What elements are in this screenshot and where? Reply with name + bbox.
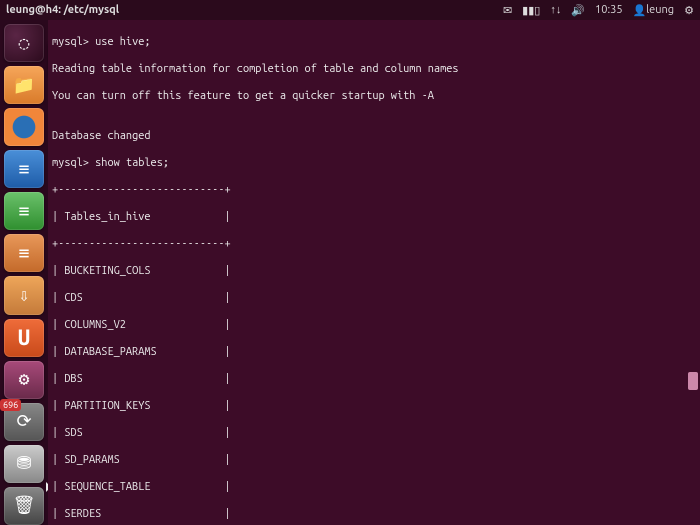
term-line: mysql> use hive; (52, 36, 696, 50)
dash-button[interactable]: ◌ (4, 24, 44, 62)
network-icon[interactable]: ↑↓ (550, 4, 561, 16)
mounted-drive-button[interactable]: ⛃ (4, 445, 44, 483)
term-line: | SEQUENCE_TABLE | (52, 481, 696, 495)
term-line: mysql> show tables; (52, 157, 696, 171)
scrollbar-thumb[interactable] (688, 372, 698, 390)
software-center-button[interactable]: ⇩ (4, 276, 44, 314)
term-line: | COLUMNS_V2 | (52, 319, 696, 333)
user-name: leung (646, 4, 674, 16)
impress-button[interactable]: ≡ (4, 234, 44, 272)
term-line: | SD_PARAMS | (52, 454, 696, 468)
update-manager-button[interactable]: ⟳ 696 (4, 403, 44, 441)
term-line: You can turn off this feature to get a q… (52, 90, 696, 104)
writer-button[interactable]: ≡ (4, 150, 44, 188)
ubuntu-one-button[interactable]: U (4, 319, 44, 357)
update-count-badge: 696 (0, 399, 21, 411)
term-line: Reading table information for completion… (52, 63, 696, 77)
firefox-button[interactable] (4, 108, 44, 146)
settings-button[interactable]: ⚙ (4, 361, 44, 399)
files-button[interactable]: 📁 (4, 66, 44, 104)
user-menu[interactable]: 👤 leung (633, 4, 675, 17)
term-line: | SERDES | (52, 508, 696, 522)
term-line: | Tables_in_hive | (52, 211, 696, 225)
term-line: | BUCKETING_COLS | (52, 265, 696, 279)
term-line: | CDS | (52, 292, 696, 306)
update-icon: ⟳ (16, 411, 31, 432)
term-line: | SDS | (52, 427, 696, 441)
mail-icon[interactable]: ✉ (503, 4, 512, 17)
term-line: | PARTITION_KEYS | (52, 400, 696, 414)
term-line: Database changed (52, 130, 696, 144)
term-line: +---------------------------+ (52, 238, 696, 252)
clock[interactable]: 10:35 (595, 4, 623, 16)
trash-button[interactable]: 🗑 (4, 487, 44, 525)
term-line: +---------------------------+ (52, 184, 696, 198)
term-line: | DBS | (52, 373, 696, 387)
unity-launcher: ◌ 📁 ≡ ≡ ≡ ⇩ U ⚙ ⟳ 696 >_ ⛃ 🗑 (0, 20, 48, 525)
terminal-pane[interactable]: mysql> use hive; Reading table informati… (48, 20, 700, 525)
top-panel: leung@h4: /etc/mysql ✉ ▮▮▯ ↑↓ 🔊 10:35 👤 … (0, 0, 700, 20)
sound-icon[interactable]: 🔊 (571, 4, 585, 17)
gear-icon[interactable]: ⚙ (684, 4, 694, 17)
term-line: | DATABASE_PARAMS | (52, 346, 696, 360)
calc-button[interactable]: ≡ (4, 192, 44, 230)
battery-icon[interactable]: ▮▮▯ (522, 4, 540, 17)
window-title: leung@h4: /etc/mysql (6, 4, 119, 16)
